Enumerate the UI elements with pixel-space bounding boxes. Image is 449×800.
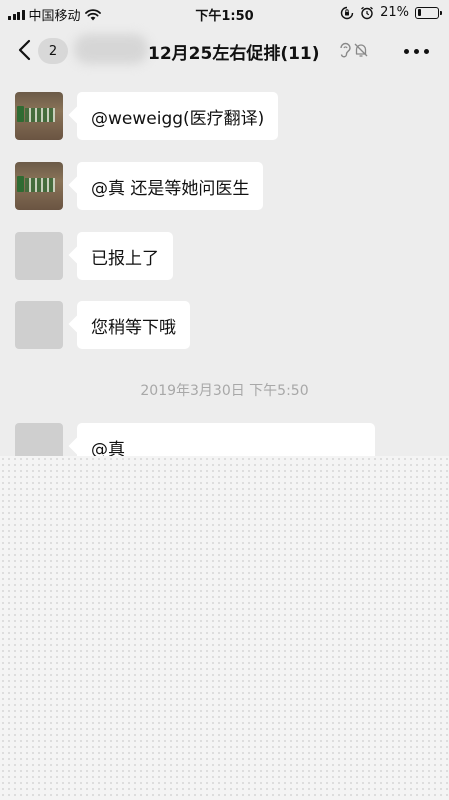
avatar[interactable] <box>15 232 63 280</box>
rotation-lock-icon <box>340 6 354 19</box>
message-item: 您稍等下哦 <box>15 301 190 349</box>
unread-count-badge[interactable]: 2 <box>38 38 68 64</box>
battery-icon <box>415 6 442 19</box>
message-bubble[interactable]: @weweigg(医疗翻译) <box>77 92 279 140</box>
message-list[interactable]: @weweigg(医疗翻译) @真 还是等她问医生 已报上了 您稍等下哦 201… <box>0 76 449 471</box>
message-item: @weweigg(医疗翻译) <box>15 92 279 140</box>
avatar[interactable] <box>15 301 63 349</box>
more-icon[interactable] <box>404 49 429 54</box>
message-item: @真 还是等她问医生 <box>15 162 264 210</box>
avatar[interactable] <box>15 92 63 140</box>
message-bubble[interactable]: @真 还是等她问医生 <box>77 162 264 210</box>
message-timestamp: 2019年3月30日 下午5:50 <box>140 383 309 399</box>
avatar[interactable] <box>15 162 63 210</box>
alarm-icon <box>361 6 374 19</box>
battery-percent: 21% <box>380 5 409 20</box>
status-right: 21% <box>340 5 442 20</box>
chat-header: 2 12月25左右促排(11) <box>0 26 449 76</box>
message-bubble[interactable]: 您稍等下哦 <box>77 301 190 349</box>
status-bar: 中国移动 下午1:50 21% <box>0 0 449 26</box>
blurred-name <box>74 34 148 64</box>
chat-title: 12月25左右促排(11) <box>148 44 320 64</box>
mute-bell-icon <box>354 43 368 57</box>
chevron-left-icon[interactable] <box>14 38 38 62</box>
message-item: 已报上了 <box>15 232 173 280</box>
message-bubble[interactable]: 已报上了 <box>77 232 173 280</box>
dotted-placeholder <box>0 456 449 800</box>
